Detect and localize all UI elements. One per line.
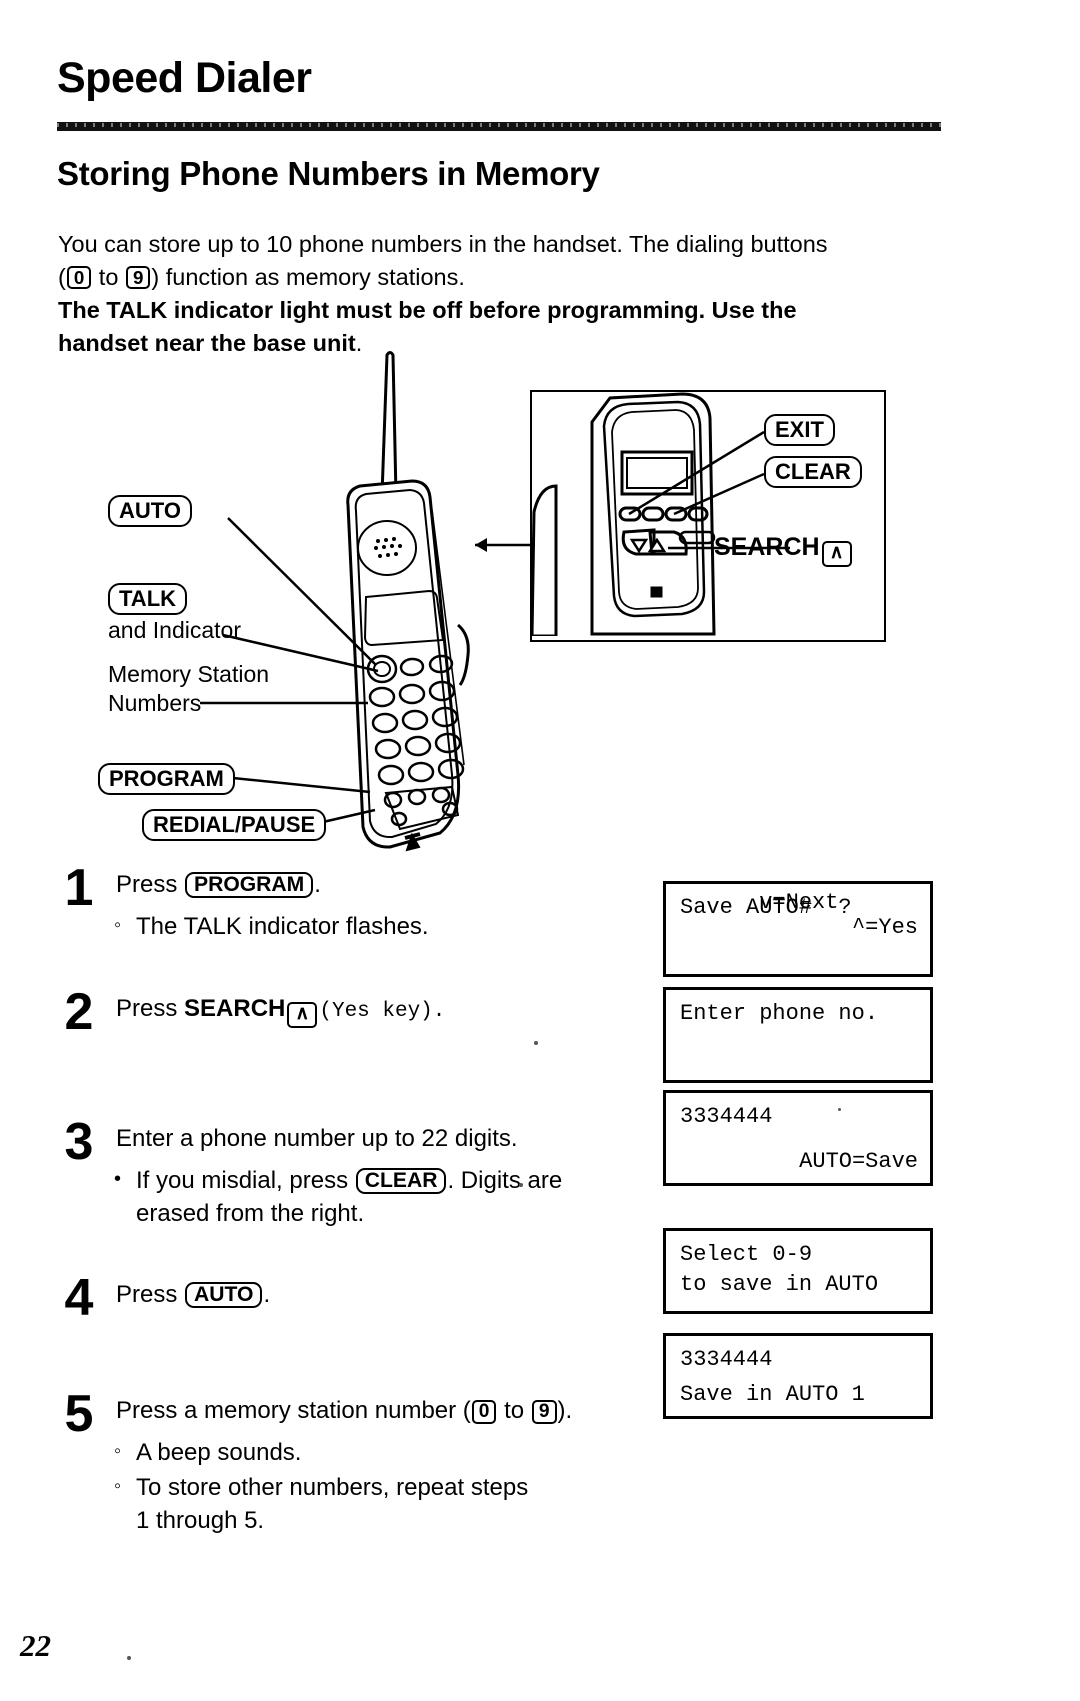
label-memory-station-line2: Numbers [108, 690, 202, 716]
lcd-5-line-2: Save in AUTO 1 [680, 1382, 865, 1407]
step-5-number: 5 [64, 1385, 94, 1443]
lcd-4-line-2: to save in AUTO [680, 1272, 879, 1297]
label-search: SEARCH ∧ [714, 533, 854, 567]
lcd-panel-2: Enter phone no. [663, 987, 933, 1083]
step-5-bullet-2: ◦ To store other numbers, repeat steps 1 … [114, 1471, 658, 1537]
scan-speck [127, 1656, 131, 1660]
lcd-1-line-2: v=Next ^=Yes [680, 865, 918, 965]
step-2-post: (Yes key). [319, 1000, 446, 1023]
step-4: 4 Press AUTO. [58, 1272, 658, 1390]
bullet-dot-icon: ◦ [114, 914, 122, 936]
page-number: 22 [20, 1628, 51, 1663]
intro-bold-line-1: The TALK indicator light must be off bef… [58, 297, 797, 323]
lcd-2-line-1: Enter phone no. [680, 1001, 879, 1026]
step-1-post: . [314, 871, 321, 898]
lcd-1-line-2-left: v=Next [759, 890, 839, 915]
key-0-glyph-step5: 0 [471, 1400, 497, 1424]
intro-line-2-tail: ) function as memory stations. [151, 264, 465, 290]
step-1: 1 Press PROGRAM. ◦ The TALK indicator fla… [58, 862, 658, 988]
step-4-pre: Press [116, 1281, 185, 1308]
label-and-indicator: and Indicator [108, 617, 241, 643]
intro-line-1: You can store up to 10 phone numbers in … [58, 231, 828, 257]
intro-paragraph: You can store up to 10 phone numbers in … [58, 228, 948, 360]
step-2-search-word: SEARCH [184, 995, 286, 1022]
key-auto-glyph: AUTO [185, 1282, 263, 1308]
handset-illustration: EXIT CLEAR SEARCH ∧ AUTO TALK and Indicat… [60, 345, 940, 855]
lcd-panel-5: 3334444 Save in AUTO 1 [663, 1333, 933, 1419]
base-unit-inset: EXIT CLEAR [530, 390, 886, 642]
step-3-bullet-pre: If you misdial, press [136, 1167, 355, 1194]
instruction-steps: 1 Press PROGRAM. ◦ The TALK indicator fla… [58, 862, 658, 1541]
lcd-panel-1: Save AUTO# ? v=Next ^=Yes [663, 881, 933, 977]
scan-speck [838, 1108, 841, 1111]
step-5-bullet-2-text: To store other numbers, repeat steps [136, 1474, 529, 1501]
step-3-bullet-line2: erased from the right. [136, 1200, 365, 1227]
step-5: 5 Press a memory station number (0 to 9)… [58, 1388, 658, 1537]
step-1-pre: Press [116, 871, 185, 898]
lcd-3-line-1: 3334444 [680, 1104, 773, 1129]
step-3-number: 3 [64, 1113, 94, 1171]
step-3-bullets: • If you misdial, press CLEAR. Digits are… [114, 1164, 658, 1230]
lcd-4-line-1: Select 0-9 [680, 1242, 813, 1267]
step-5-bullet-1-text: A beep sounds. [136, 1439, 302, 1466]
scan-speck [534, 1041, 538, 1045]
lcd-panel-4: Select 0-9 to save in AUTO [663, 1228, 933, 1314]
key-9-glyph-step5: 9 [531, 1400, 557, 1424]
step-5-bullets: ◦ A beep sounds. ◦ To store other numbers,… [114, 1436, 658, 1537]
key-9-glyph: 9 [125, 266, 151, 290]
lcd-1-line-2-right: ^=Yes [851, 915, 918, 940]
label-auto: AUTO [108, 495, 192, 528]
key-program-glyph: PROGRAM [185, 872, 314, 898]
step-2-pre: Press [116, 995, 185, 1022]
step-5-post: ). [557, 1397, 573, 1424]
title-divider-rule [57, 122, 941, 131]
label-memory-station-line1: Memory Station [108, 661, 270, 687]
step-3: 3 Enter a phone number up to 22 digits. … [58, 1116, 658, 1274]
step-5-bullet-2-line2: 1 through 5. [136, 1507, 265, 1534]
section-heading: Storing Phone Numbers in Memory [57, 155, 600, 192]
page-title: Speed Dialer [57, 54, 312, 102]
step-1-bullet-1: ◦ The TALK indicator flashes. [114, 910, 658, 943]
key-0-glyph: 0 [66, 266, 92, 290]
intro-to-text: to [92, 264, 125, 290]
step-1-bullets: ◦ The TALK indicator flashes. [114, 910, 658, 943]
step-5-pre: Press a memory station number ( [116, 1397, 471, 1424]
bullet-dot-icon: • [114, 1168, 122, 1190]
lcd-5-line-1: 3334444 [680, 1347, 773, 1372]
step-3-bullet-post: . Digits are [447, 1167, 563, 1194]
leader-program [222, 775, 371, 794]
step-5-bullet-1: ◦ A beep sounds. [114, 1436, 658, 1469]
step-4-text: Press AUTO. [116, 1278, 658, 1311]
step-4-number: 4 [64, 1269, 94, 1327]
document-page: Speed Dialer Storing Phone Numbers in Me… [0, 0, 1080, 1701]
step-3-text: Enter a phone number up to 22 digits. [116, 1125, 518, 1152]
label-program: PROGRAM [98, 763, 235, 796]
step-2-number: 2 [64, 983, 94, 1041]
step-2: 2 Press SEARCH ∧ (Yes key). [58, 986, 658, 1118]
intro-paren-open: ( [58, 264, 66, 290]
search-up-arrow-icon: ∧ [821, 541, 852, 567]
label-search-text: SEARCH [714, 533, 820, 561]
step-4-post: . [263, 1281, 271, 1308]
label-exit: EXIT [764, 414, 835, 447]
bullet-dot-icon: ◦ [114, 1440, 122, 1462]
step-2-text: Press SEARCH ∧ (Yes key). [116, 992, 658, 1028]
bullet-dot-icon: ◦ [114, 1475, 122, 1497]
step-1-number: 1 [64, 859, 94, 917]
step-1-bullet-1-text: The TALK indicator flashes. [136, 913, 429, 940]
step-3-bullet-1: • If you misdial, press CLEAR. Digits are… [114, 1164, 658, 1230]
label-talk: TALK [108, 583, 188, 616]
step-5-mid: to [497, 1397, 531, 1424]
lcd-panel-3: 3334444 AUTO=Save [663, 1090, 933, 1186]
lcd-3-line-2: AUTO=Save [799, 1149, 918, 1174]
up-arrow-key-icon: ∧ [287, 1002, 318, 1028]
step-5-text: Press a memory station number (0 to 9). [116, 1394, 658, 1427]
key-clear-glyph: CLEAR [355, 1168, 447, 1194]
scan-speck [519, 1183, 523, 1187]
step-1-text: Press PROGRAM. [116, 868, 658, 901]
label-redial-pause: REDIAL/PAUSE [142, 809, 327, 842]
label-clear: CLEAR [764, 456, 862, 489]
